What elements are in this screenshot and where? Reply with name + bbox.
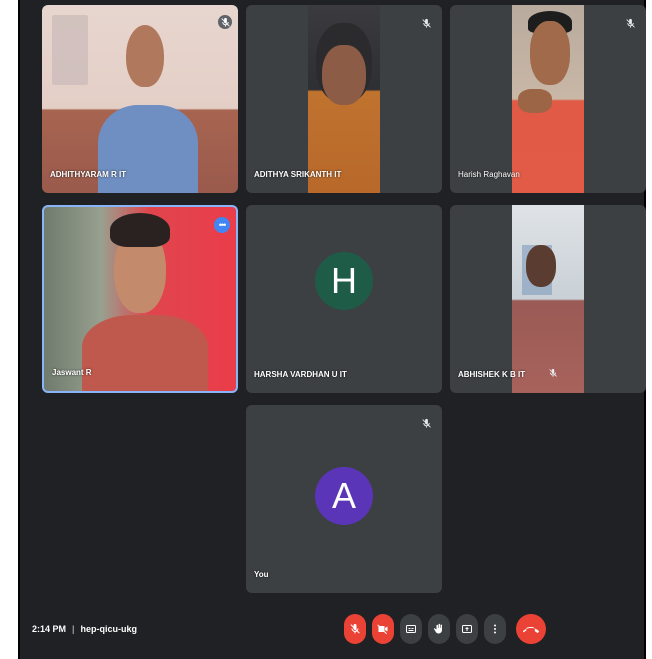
meeting-time: 2:14 PM — [32, 624, 67, 634]
raise-hand-button[interactable] — [428, 614, 450, 644]
meet-window: ADHITHYARAM R IT ADITHYA SRIKANTH IT Har… — [18, 0, 646, 659]
participant-name: HARSHA VARDHAN U IT — [254, 370, 347, 379]
camera-off-icon — [377, 624, 388, 635]
participant-video — [512, 5, 584, 193]
participant-name: ADHITHYARAM R IT — [50, 170, 127, 179]
captions-button[interactable] — [400, 614, 422, 644]
present-button[interactable] — [456, 614, 478, 644]
present-icon — [462, 625, 472, 633]
more-options-icon[interactable]: ••• — [214, 217, 230, 233]
participant-video-head — [126, 25, 164, 87]
avatar: H — [315, 252, 373, 310]
mic-off-icon — [420, 17, 432, 29]
participant-tile-self[interactable]: A You — [246, 405, 442, 593]
participant-name: ADITHYA SRIKANTH IT — [254, 170, 342, 179]
mic-off-icon — [350, 624, 360, 634]
participant-video-body — [98, 105, 198, 193]
participant-tile-abhishek[interactable]: ABHISHEK K B IT — [450, 205, 646, 393]
participant-tile-jaswant[interactable]: ••• Jaswant R — [42, 205, 238, 393]
participant-name: ABHISHEK K B IT — [458, 370, 526, 379]
participant-video-body — [82, 315, 208, 391]
participant-name: You — [254, 570, 269, 579]
wall-frame — [52, 15, 88, 85]
participant-hair — [110, 213, 170, 247]
mic-toggle-button[interactable] — [344, 614, 366, 644]
meeting-details: 2:14 PM | hep-qicu-ukg — [32, 624, 137, 634]
more-options-icon — [494, 624, 496, 634]
participant-tile-harsha[interactable]: H HARSHA VARDHAN U IT — [246, 205, 442, 393]
leave-call-button[interactable] — [516, 614, 546, 644]
raise-hand-icon — [433, 623, 442, 634]
mic-off-icon — [218, 15, 232, 29]
separator: | — [72, 624, 75, 634]
mic-off-icon — [420, 417, 432, 429]
participant-tile-harish[interactable]: Harish Raghavan — [450, 5, 646, 193]
control-bar: 2:14 PM | hep-qicu-ukg — [20, 600, 644, 658]
participant-video — [308, 5, 380, 193]
participant-name: Harish Raghavan — [458, 170, 520, 179]
captions-icon — [406, 625, 416, 633]
more-options-button[interactable] — [484, 614, 506, 644]
participant-name: Jaswant R — [52, 368, 92, 377]
hangup-icon — [523, 627, 539, 633]
participant-tile-adithya[interactable]: ADITHYA SRIKANTH IT — [246, 5, 442, 193]
mic-off-icon — [548, 365, 558, 377]
meeting-code[interactable]: hep-qicu-ukg — [81, 624, 138, 634]
mic-off-icon — [624, 17, 636, 29]
avatar: A — [315, 467, 373, 525]
participant-tile-adhithyaram[interactable]: ADHITHYARAM R IT — [42, 5, 238, 193]
camera-toggle-button[interactable] — [372, 614, 394, 644]
